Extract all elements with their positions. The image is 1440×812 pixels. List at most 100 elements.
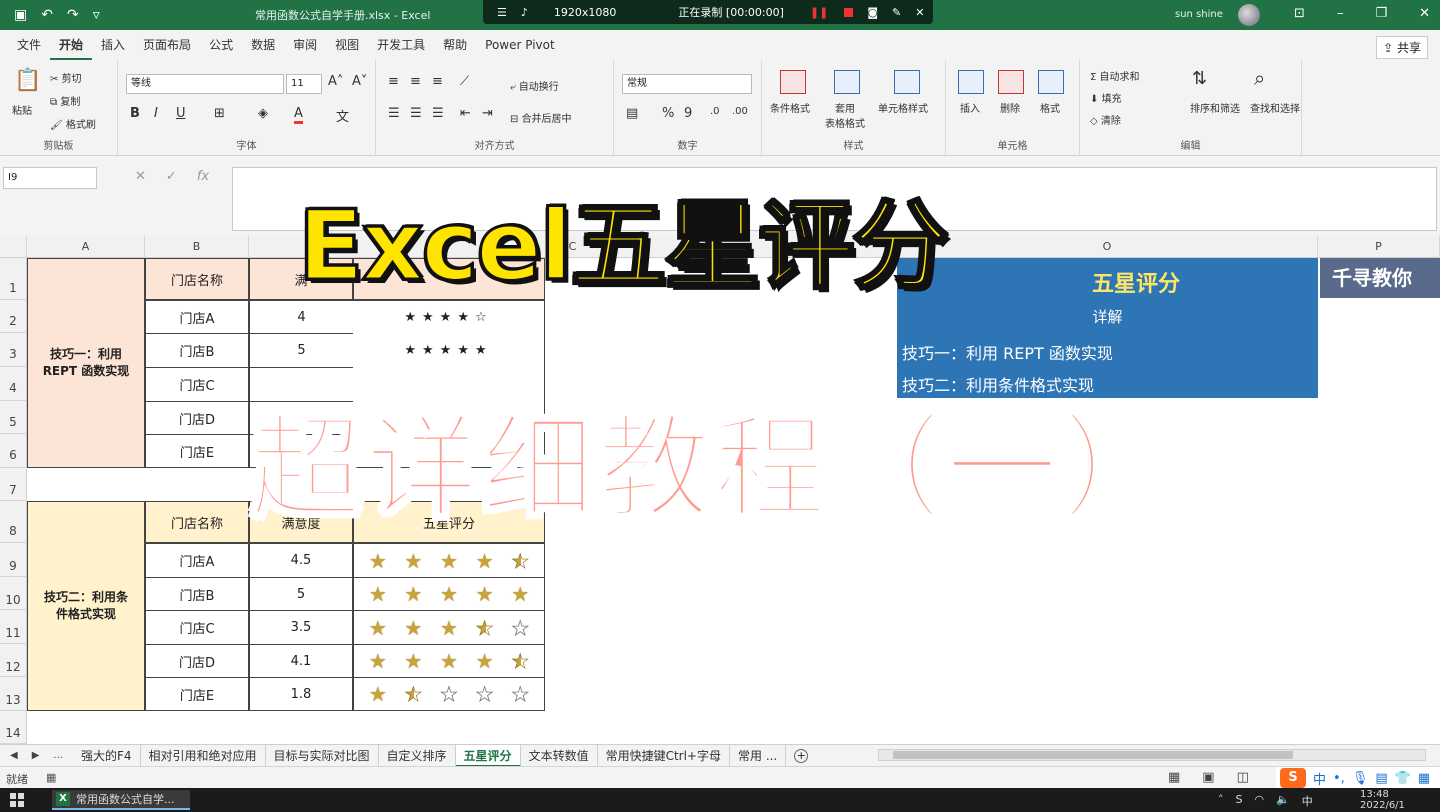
tray-arrow-icon[interactable]: ˄ [1218,793,1224,809]
table2-header-store[interactable]: 门店名称 [145,501,249,543]
restore-icon[interactable]: ❐ [1375,6,1387,21]
format-table-button[interactable]: 套用 表格格式 [820,100,870,130]
insert-cells-icon[interactable] [958,70,984,94]
share-button[interactable]: ⇪ 共享 [1376,36,1428,59]
column-header-b[interactable]: B [145,236,249,258]
insert-function-icon[interactable]: fx [197,169,209,184]
volume-icon[interactable]: 🔈 [1276,793,1290,809]
sheet-tab[interactable]: 强大的F4 [73,744,141,767]
table2-score-cell[interactable]: 5 [249,577,353,611]
sheet-tab[interactable]: 目标与实际对比图 [266,744,379,767]
avatar[interactable] [1238,4,1260,26]
horizontal-scrollbar[interactable] [878,749,1426,761]
cancel-formula-icon[interactable]: ✕ [135,169,146,184]
sort-filter-icon[interactable]: ⇅ [1192,68,1207,89]
info-panel[interactable]: 五星评分 详解 技巧一：利用 REPT 函数实现 技巧二：利用条件格式实现 [897,258,1318,398]
table2-rating-cell[interactable]: ★ ★ ★ ★ ★ [353,677,545,711]
sheet-tab[interactable]: 常用快捷键Ctrl+字母 [598,744,730,767]
table2-store-cell[interactable]: 门店B [145,577,249,611]
table2-store-cell[interactable]: 门店E [145,677,249,711]
ime-punct-icon[interactable]: •, [1333,771,1345,786]
menu-page-layout[interactable]: 页面布局 [134,30,200,60]
input-lang-icon[interactable]: 中 [1302,793,1313,809]
pen-icon[interactable]: ✎ [892,6,901,19]
ime-keyboard-icon[interactable]: ▤ [1375,771,1387,786]
more-sheets-icon[interactable]: ... [53,750,63,761]
menu-developer[interactable]: 开发工具 [368,30,434,60]
macro-record-icon[interactable]: ▦ [46,771,56,784]
row-header-14[interactable]: 14 [0,711,27,744]
table2-rating-cell[interactable]: ★ ★ ★ ★ ★ [353,543,545,578]
menu-power-pivot[interactable]: Power Pivot [476,30,564,60]
table1-store-cell[interactable]: 门店B [145,333,249,368]
decrease-font-icon[interactable]: A˅ [352,74,367,89]
align-left-icon[interactable]: ☰ [388,106,400,121]
table2-rating-cell[interactable]: ★ ★ ★ ★ ★ [353,644,545,678]
table2-store-cell[interactable]: 门店C [145,610,249,645]
increase-font-icon[interactable]: A˄ [328,74,343,89]
font-size-select[interactable]: 11 [286,74,322,94]
paste-icon[interactable]: 📋 [14,68,41,93]
mic-icon[interactable]: ♪ [521,6,528,19]
align-right-icon[interactable]: ☰ [432,106,444,121]
row-header-12[interactable]: 12 [0,644,27,677]
page-break-view-icon[interactable]: ◫ [1237,770,1249,785]
table2-store-cell[interactable]: 门店A [145,543,249,578]
table1-header-store[interactable]: 门店名称 [145,258,249,300]
windows-start-icon[interactable] [10,793,24,807]
close-recorder-icon[interactable]: ✕ [915,6,924,19]
copy-button[interactable]: ⧉ 复制 [50,93,80,108]
row-header-4[interactable]: 4 [0,367,27,401]
orientation-icon[interactable]: ⟋ [460,74,469,89]
tip1-cell[interactable]: 技巧一：利用 REPT 函数实现 [27,258,145,468]
row-header-11[interactable]: 11 [0,610,27,644]
prev-sheet-icon[interactable]: ◀ [10,750,18,761]
row-header-7[interactable]: 7 [0,468,27,501]
menu-help[interactable]: 帮助 [434,30,476,60]
table1-score-cell[interactable]: 5 [249,333,353,368]
table1-stars-cell[interactable]: ★★★★★ [353,333,545,368]
stop-icon[interactable] [844,7,854,17]
find-select-button[interactable]: 查找和选择 [1250,100,1300,115]
column-header-a[interactable]: A [27,236,145,258]
number-format-select[interactable]: 常规 [622,74,752,94]
row-header-10[interactable]: 10 [0,577,27,610]
row-header-2[interactable]: 2 [0,300,27,333]
find-select-icon[interactable]: ⌕ [1254,66,1265,90]
decrease-indent-icon[interactable]: ⇤ [460,106,471,121]
page-layout-view-icon[interactable]: ▣ [1202,770,1214,785]
italic-icon[interactable]: I [154,106,158,121]
sheet-tab[interactable]: 自定义排序 [379,744,456,767]
menu-insert[interactable]: 插入 [92,30,134,60]
ribbon-display-icon[interactable]: ⊡ [1294,6,1305,21]
column-header-p[interactable]: P [1318,236,1440,258]
menu-file[interactable]: 文件 [8,30,50,60]
customize-qat-icon[interactable]: ▿ [93,7,100,23]
font-name-select[interactable]: 等线 [126,74,284,94]
ime-menu-icon[interactable]: ▦ [1418,771,1430,786]
confirm-formula-icon[interactable]: ✓ [166,169,177,184]
fill-button[interactable]: ⬇ 填充 [1090,90,1122,105]
table1-store-cell[interactable]: 门店D [145,401,249,435]
row-header-5[interactable]: 5 [0,401,27,434]
align-center-icon[interactable]: ☰ [410,106,422,121]
increase-decimal-icon[interactable]: .0 [710,106,720,117]
font-color-icon[interactable]: A [294,106,303,124]
format-cells-button[interactable]: 格式 [1040,100,1060,115]
align-bottom-icon[interactable]: ≡ [432,74,443,89]
table2-rating-cell[interactable]: ★ ★ ★ ★ ★ [353,577,545,611]
cut-button[interactable]: ✂ 剪切 [50,70,82,85]
next-sheet-icon[interactable]: ▶ [32,750,40,761]
menu-formulas[interactable]: 公式 [200,30,242,60]
decrease-decimal-icon[interactable]: .00 [732,106,748,117]
table1-store-cell[interactable]: 门店C [145,367,249,402]
conditional-format-button[interactable]: 条件格式 [770,100,810,115]
normal-view-icon[interactable]: ▦ [1168,770,1180,785]
delete-cells-button[interactable]: 删除 [1000,100,1020,115]
sheet-tab[interactable]: 文本转数值 [521,744,598,767]
sort-filter-button[interactable]: 排序和筛选 [1190,100,1240,115]
name-box[interactable]: I9 [3,167,97,189]
table2-rating-cell[interactable]: ★ ★ ★ ★ ★ [353,610,545,645]
autosum-button[interactable]: Σ 自动求和 [1090,68,1140,83]
add-sheet-icon[interactable]: + [794,748,809,763]
